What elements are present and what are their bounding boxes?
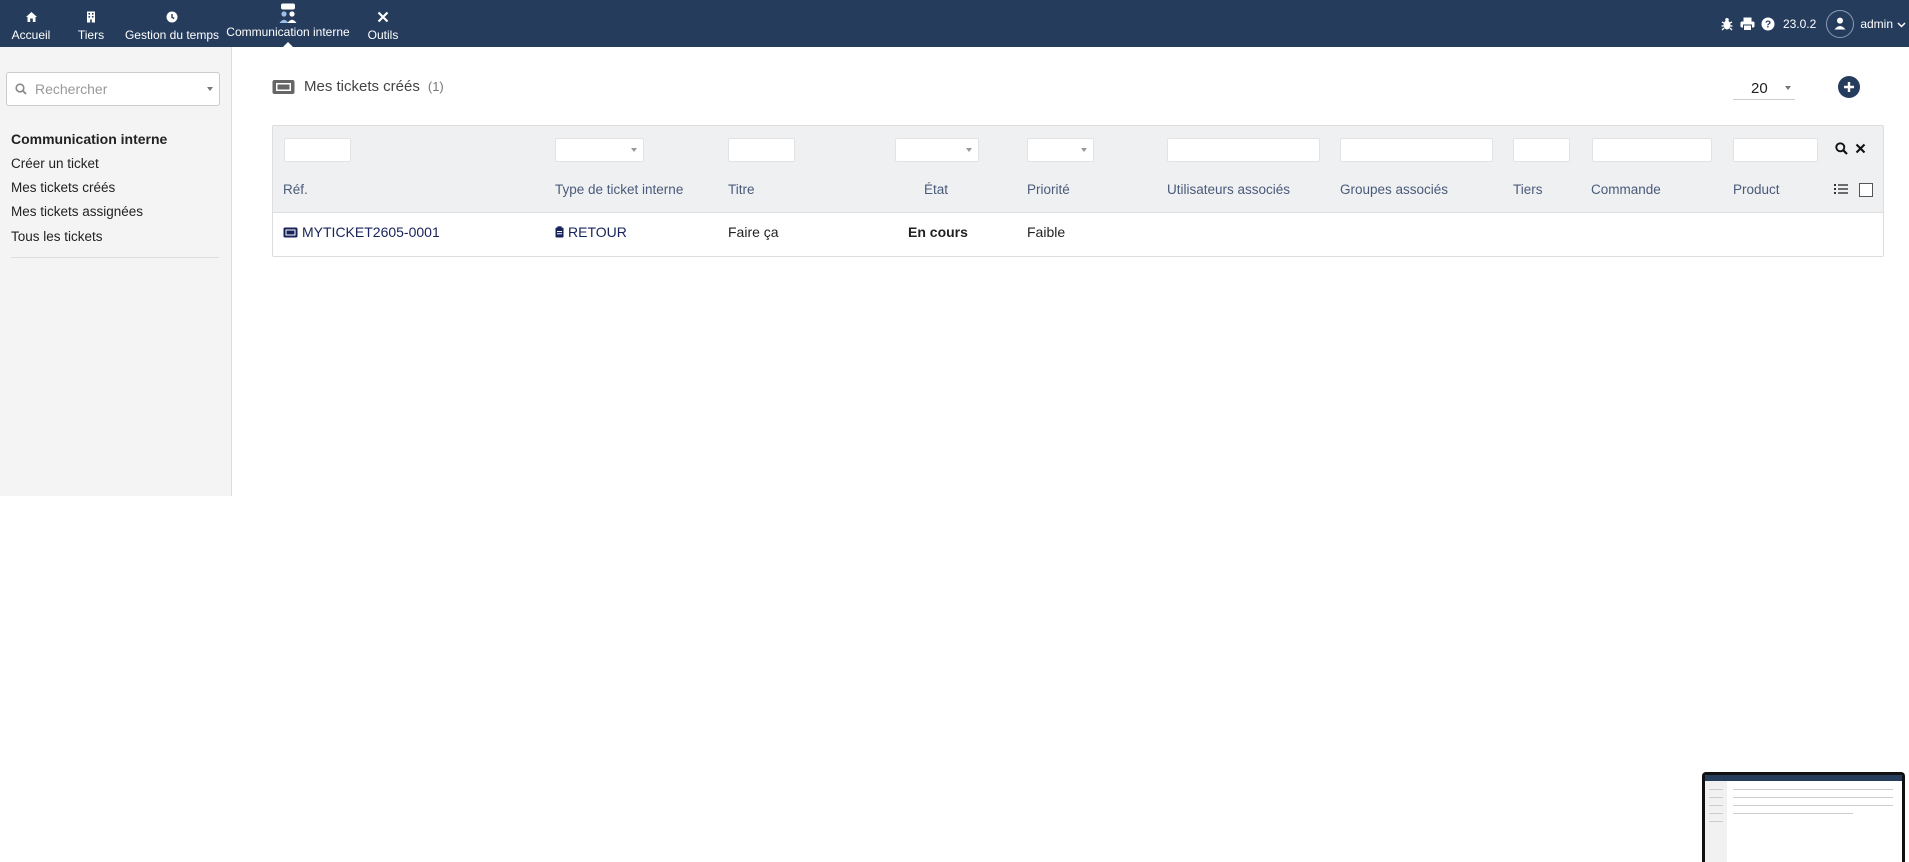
thumbnail-line	[1709, 789, 1723, 790]
ticket-icon	[283, 227, 298, 238]
nav-gestion-du-temps[interactable]: Gestion du temps	[124, 0, 220, 47]
thumbnail-line	[1709, 813, 1723, 814]
bug-icon[interactable]	[1720, 17, 1734, 31]
user-icon	[1834, 17, 1846, 30]
per-page-select[interactable]: 20	[1733, 77, 1795, 100]
filter-title-input[interactable]	[728, 138, 795, 162]
filter-type-select[interactable]	[555, 138, 644, 162]
ticket-priority: Faible	[1027, 224, 1066, 240]
page-title: Mes tickets créés (1)	[272, 78, 444, 95]
left-sidebar: Communication interne Créer un ticket Me…	[0, 47, 232, 496]
print-icon[interactable]	[1740, 17, 1755, 31]
nav-tiers[interactable]: Tiers	[76, 0, 106, 47]
col-header-title[interactable]: Titre	[728, 182, 755, 197]
sidebar-item-mes-tickets-crees[interactable]: Mes tickets créés	[11, 180, 115, 195]
plus-icon	[1844, 82, 1854, 92]
sidebar-search[interactable]	[6, 72, 220, 106]
filter-tiers-input[interactable]	[1513, 138, 1570, 162]
filter-ref-input[interactable]	[284, 138, 351, 162]
filter-state-select[interactable]	[895, 138, 979, 162]
ticket-type: RETOUR	[555, 224, 627, 240]
filter-order-input[interactable]	[1592, 138, 1712, 162]
nav-label: Communication interne	[226, 25, 350, 39]
thumbnail-line	[1709, 821, 1723, 822]
sidebar-item-tous-tickets[interactable]: Tous les tickets	[11, 229, 103, 244]
version-label: 23.0.2	[1782, 16, 1817, 31]
top-navbar: Accueil Tiers Gestion du temps Communica…	[0, 0, 1909, 47]
user-name[interactable]: admin	[1860, 17, 1893, 31]
sidebar-divider	[11, 257, 219, 258]
chevron-down-icon	[1081, 148, 1087, 152]
sidebar-item-mes-tickets-assignees[interactable]: Mes tickets assignées	[11, 204, 143, 219]
thumbnail-line	[1733, 789, 1893, 790]
nav-label: Tiers	[77, 28, 105, 42]
filter-row: Réf. Type de ticket interne Titre État P…	[273, 126, 1883, 213]
chevron-down-icon[interactable]	[1897, 17, 1906, 31]
avatar[interactable]	[1826, 9, 1855, 38]
col-header-product[interactable]: Product	[1733, 182, 1780, 197]
sidebar-item-creer-ticket[interactable]: Créer un ticket	[11, 156, 99, 171]
nav-outils[interactable]: Outils	[366, 0, 400, 47]
svg-text:?: ?	[1765, 19, 1771, 30]
ticket-type-text: RETOUR	[568, 224, 627, 240]
header-right-tools: ? 23.0.2 admin	[1720, 0, 1909, 47]
ticket-title: Faire ça	[728, 224, 779, 240]
col-header-order[interactable]: Commande	[1591, 182, 1661, 197]
col-header-ref[interactable]: Réf.	[283, 182, 308, 197]
thumbnail-line	[1733, 813, 1853, 814]
col-header-groups[interactable]: Groupes associés	[1340, 182, 1448, 197]
list-columns-icon[interactable]	[1834, 183, 1848, 195]
nav-label: Outils	[367, 28, 399, 42]
add-ticket-button[interactable]	[1838, 76, 1860, 98]
thumbnail-line	[1733, 797, 1893, 798]
chevron-down-icon[interactable]	[207, 87, 213, 91]
nav-communication-interne[interactable]: Communication interne	[226, 0, 350, 47]
col-header-priority[interactable]: Priorité	[1027, 182, 1070, 197]
ticket-icon	[272, 79, 295, 95]
ticket-ref-text: MYTICKET2605-0001	[302, 224, 440, 240]
search-icon[interactable]	[1835, 142, 1848, 155]
sidebar-section-title[interactable]: Communication interne	[11, 131, 167, 147]
thumbnail-line	[1733, 805, 1893, 806]
help-icon[interactable]: ?	[1761, 17, 1775, 31]
page-title-text: Mes tickets créés	[304, 78, 420, 95]
thumbnail-line	[1709, 805, 1723, 806]
ticket-ref-link[interactable]: MYTICKET2605-0001	[283, 224, 440, 240]
col-header-users[interactable]: Utilisateurs associés	[1167, 182, 1290, 197]
nav-label: Gestion du temps	[124, 28, 220, 42]
col-header-type[interactable]: Type de ticket interne	[555, 182, 683, 197]
nav-label: Accueil	[11, 28, 51, 42]
select-all-checkbox[interactable]	[1859, 183, 1873, 197]
tickets-table: Réf. Type de ticket interne Titre État P…	[272, 125, 1884, 257]
screenshot-thumbnail[interactable]	[1702, 772, 1905, 862]
clock-icon	[166, 8, 178, 26]
people-chat-icon	[278, 3, 298, 25]
result-count: (1)	[427, 79, 444, 94]
filter-users-input[interactable]	[1167, 138, 1320, 162]
home-icon	[25, 8, 38, 26]
filter-groups-input[interactable]	[1340, 138, 1493, 162]
per-page-value: 20	[1751, 79, 1768, 97]
chevron-down-icon	[1785, 86, 1791, 90]
clipboard-icon	[555, 226, 564, 238]
chevron-down-icon	[966, 148, 972, 152]
filter-product-input[interactable]	[1733, 138, 1818, 162]
tools-icon	[377, 8, 389, 26]
thumbnail-line	[1709, 797, 1723, 798]
close-icon[interactable]	[1855, 143, 1866, 154]
nav-accueil[interactable]: Accueil	[10, 0, 52, 47]
search-input[interactable]	[33, 80, 197, 98]
chevron-down-icon	[631, 148, 637, 152]
col-header-state[interactable]: État	[924, 182, 948, 197]
thumbnail-bar	[1705, 775, 1902, 781]
search-icon	[15, 83, 27, 95]
building-icon	[86, 8, 96, 26]
col-header-tiers[interactable]: Tiers	[1513, 182, 1543, 197]
status-badge: En cours	[908, 224, 968, 240]
filter-priority-select[interactable]	[1027, 138, 1094, 162]
